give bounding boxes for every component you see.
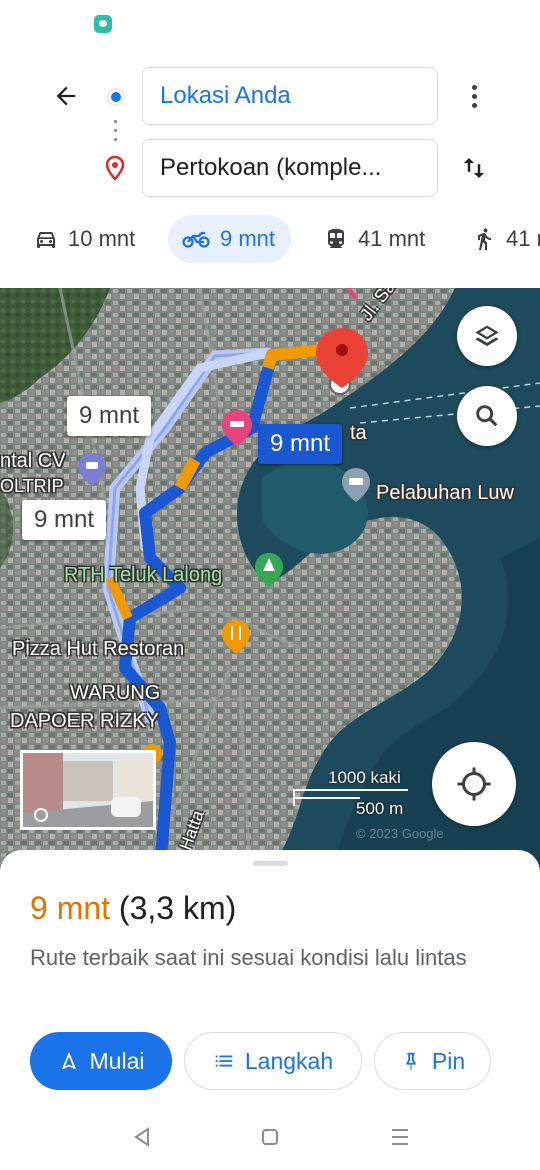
steps-button-label: Langkah bbox=[244, 1047, 334, 1074]
pin-icon bbox=[406, 1052, 416, 1071]
pin-button[interactable]: Pin bbox=[374, 1032, 491, 1090]
tab-walk-label: 41 mnt bbox=[506, 226, 540, 251]
place-label-park: RTH Teluk Lalong bbox=[64, 564, 223, 586]
start-button-label: Mulai bbox=[89, 1047, 145, 1074]
search-icon bbox=[476, 405, 498, 427]
primary-route-label[interactable]: 9 mnt bbox=[258, 424, 343, 464]
maps-directions-screen: Lokasi Anda Pertokoan (komple... 10 mnt … bbox=[0, 0, 540, 1170]
place-label-warung-1: WARUNG bbox=[70, 682, 161, 704]
pin-button-label: Pin bbox=[431, 1047, 466, 1074]
route-distance: (3,3 km) bbox=[118, 890, 237, 926]
swap-button[interactable] bbox=[454, 148, 494, 188]
tab-transit[interactable]: 41 mnt bbox=[324, 215, 425, 263]
tab-car[interactable]: 10 mnt bbox=[34, 215, 135, 263]
nav-back-button[interactable] bbox=[128, 1123, 156, 1151]
motorcycle-icon bbox=[182, 231, 210, 248]
search-button[interactable] bbox=[457, 386, 517, 446]
arrow-back-icon bbox=[56, 86, 76, 106]
street-view-image bbox=[23, 753, 153, 827]
layers-icon bbox=[475, 325, 499, 347]
nav-home-button[interactable] bbox=[256, 1123, 284, 1151]
destination-field[interactable]: Pertokoan (komple... bbox=[142, 139, 438, 197]
tab-transit-label: 41 mnt bbox=[358, 226, 426, 251]
route-dots-icon bbox=[114, 120, 118, 144]
place-label-partial: ta bbox=[350, 422, 367, 444]
route-duration: 9 mnt bbox=[30, 890, 111, 926]
swap-icon bbox=[464, 158, 484, 178]
map-copyright: © 2023 Google bbox=[356, 826, 444, 841]
place-label-warung-2: DAPOER RIZKY bbox=[10, 710, 159, 732]
route-summary: 9 mnt (3,3 km) bbox=[30, 890, 236, 927]
scale-imperial: 1000 kaki bbox=[328, 768, 401, 787]
list-icon bbox=[215, 1055, 233, 1067]
triangle-back-icon bbox=[134, 1127, 149, 1147]
tab-motorcycle[interactable]: 9 mnt bbox=[168, 215, 292, 263]
drag-handle[interactable] bbox=[253, 861, 288, 866]
start-button[interactable]: Mulai bbox=[30, 1032, 172, 1090]
layers-button[interactable] bbox=[457, 306, 517, 366]
scale-metric: 500 m bbox=[356, 799, 404, 818]
steps-button[interactable]: Langkah bbox=[184, 1032, 362, 1090]
navigation-arrow-icon bbox=[61, 1051, 76, 1070]
route-description: Rute terbaik saat ini sesuai kondisi lal… bbox=[30, 945, 467, 970]
tab-walk[interactable]: 41 mnt bbox=[472, 215, 540, 263]
square-home-icon bbox=[262, 1129, 278, 1145]
place-label-rental-2: OLTRIP bbox=[0, 476, 64, 496]
origin-field[interactable]: Lokasi Anda bbox=[142, 67, 438, 125]
notification-icon bbox=[94, 15, 112, 33]
my-location-button[interactable] bbox=[432, 742, 516, 826]
map-view[interactable]: Jl. Samratul ntal CV OLTRIP ta Pelabuhan… bbox=[0, 288, 540, 870]
destination-pin-icon bbox=[104, 155, 126, 181]
back-button[interactable] bbox=[46, 76, 86, 116]
street-view-thumbnail[interactable] bbox=[20, 750, 156, 830]
place-label-pizza: Pizza Hut Restoran bbox=[12, 638, 185, 660]
origin-dot-icon bbox=[107, 88, 125, 106]
tab-motorcycle-label: 9 mnt bbox=[220, 226, 276, 251]
nav-menu-button[interactable] bbox=[386, 1123, 414, 1151]
alt-route-label[interactable]: 9 mnt bbox=[67, 396, 152, 436]
transit-icon bbox=[328, 229, 344, 248]
place-label-port: Pelabuhan Luw bbox=[376, 482, 514, 504]
menu-lines-icon bbox=[392, 1129, 408, 1145]
alt-route-label[interactable]: 9 mnt bbox=[22, 500, 107, 540]
crosshair-icon bbox=[457, 767, 491, 801]
system-navigation-bar bbox=[0, 1115, 540, 1159]
travel-mode-tabs: 10 mnt 9 mnt 41 mnt 41 mnt bbox=[0, 215, 540, 265]
tab-car-label: 10 mnt bbox=[68, 226, 136, 251]
place-label-rental: ntal CV bbox=[0, 450, 66, 472]
more-options-button[interactable] bbox=[458, 76, 490, 116]
walk-icon bbox=[478, 228, 491, 250]
car-icon bbox=[37, 232, 55, 248]
